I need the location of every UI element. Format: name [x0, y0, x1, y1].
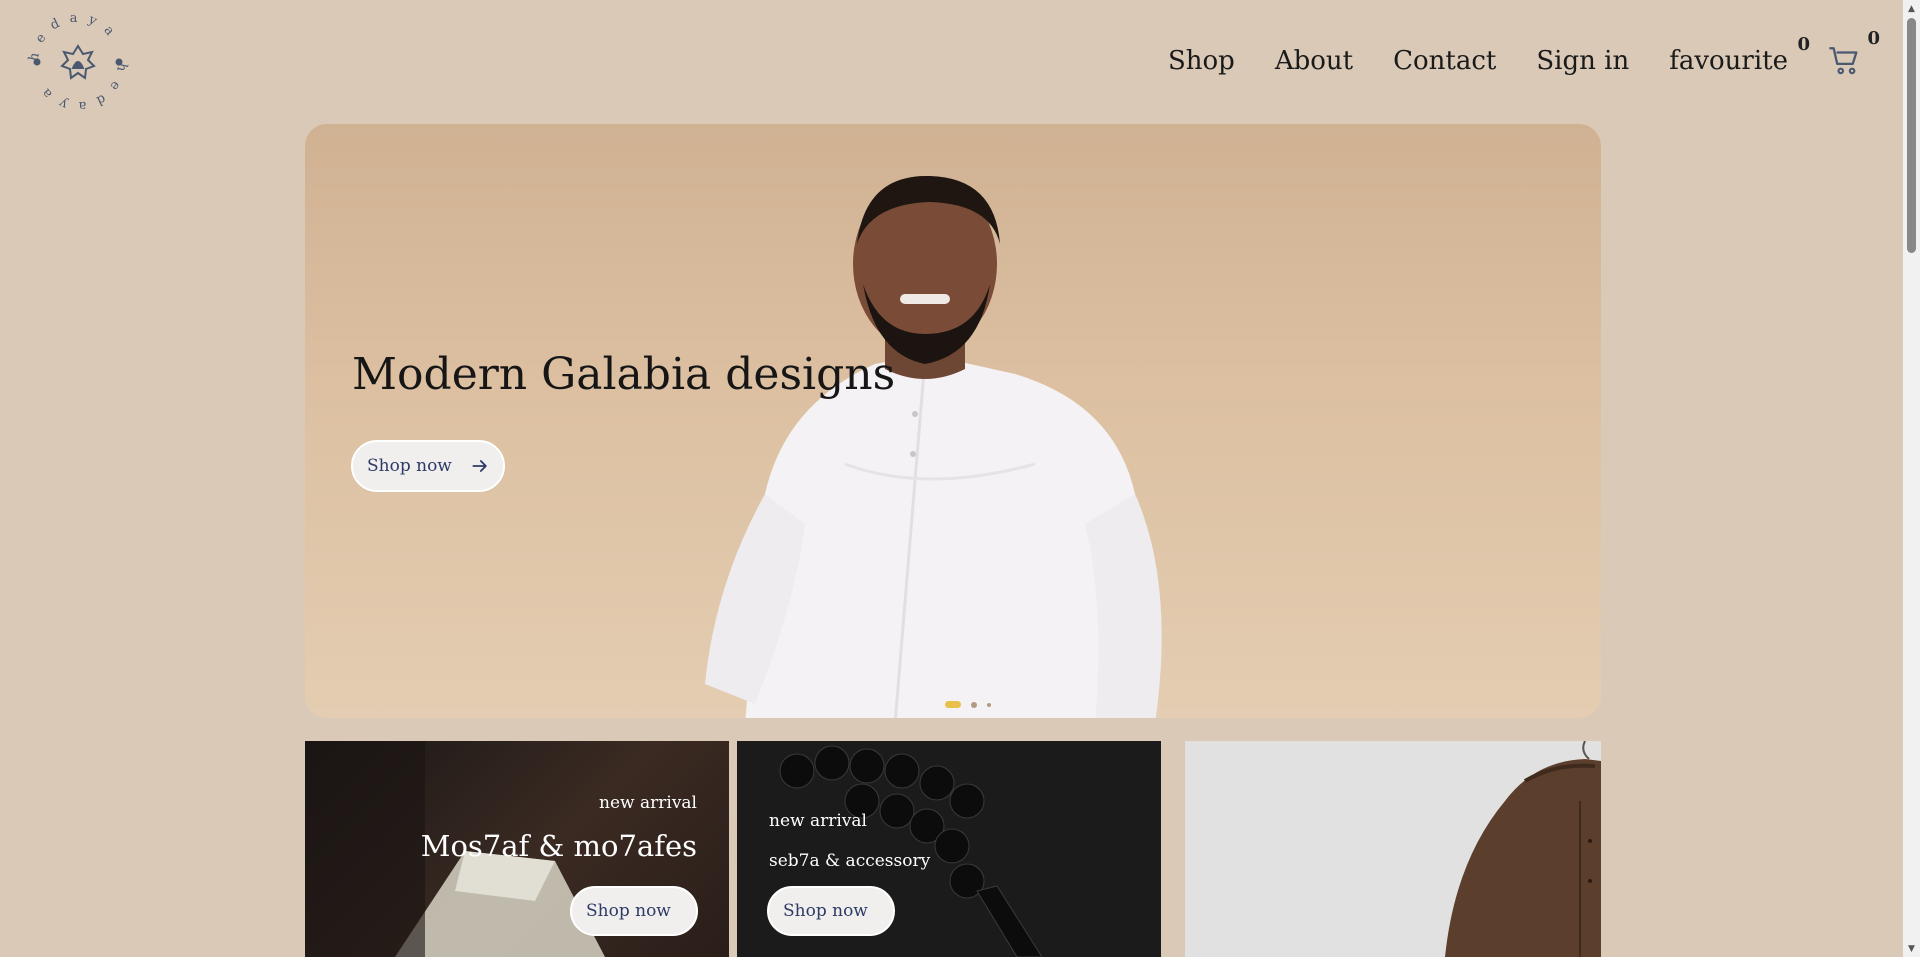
card-tag: new arrival — [599, 793, 697, 813]
favourite-count-badge: 0 — [1797, 34, 1810, 55]
svg-text:hedaya: hedaya — [26, 11, 123, 63]
nav-signin-link[interactable]: Sign in — [1536, 46, 1629, 76]
card-shop-now-label: Shop now — [586, 901, 671, 921]
card-shop-now-button[interactable]: Shop now — [570, 886, 698, 936]
scroll-thumb[interactable] — [1907, 18, 1916, 253]
hero-shop-now-button[interactable]: Shop now — [351, 440, 505, 492]
hero-carousel: Modern Galabia designs Shop now — [305, 124, 1601, 718]
hero-model-image — [705, 175, 1162, 718]
scroll-down-arrow-icon[interactable]: ▼ — [1903, 940, 1920, 957]
main-nav: Shop About Contact Sign in favourite 0 0 — [1168, 28, 1880, 78]
card-shop-now-label: Shop now — [783, 901, 868, 921]
favourite-label: favourite — [1669, 46, 1788, 76]
category-card-clothing[interactable] — [1185, 741, 1601, 957]
scroll-up-arrow-icon[interactable]: ▲ — [1903, 0, 1920, 17]
carousel-dot-3[interactable] — [987, 702, 991, 707]
logo-emblem-icon: hedaya hedaya — [26, 11, 130, 113]
page-scrollbar[interactable]: ▲ ▼ — [1903, 0, 1920, 957]
nav-shop-link[interactable]: Shop — [1168, 46, 1235, 76]
category-card-seb7a[interactable]: new arrival seb7a & accessory Shop now — [737, 741, 1161, 957]
card-title: Mos7af & mo7afes — [420, 829, 697, 863]
carousel-dot-1[interactable] — [945, 701, 961, 708]
cart-button[interactable]: 0 — [1828, 28, 1880, 78]
nav-contact-link[interactable]: Contact — [1393, 46, 1496, 76]
card-title: seb7a & accessory — [769, 851, 931, 871]
card-tag: new arrival — [769, 811, 867, 831]
carousel-indicators — [945, 701, 991, 708]
nav-about-link[interactable]: About — [1275, 46, 1353, 76]
hero-title: Modern Galabia designs — [352, 349, 896, 400]
card-shop-now-button[interactable]: Shop now — [767, 886, 895, 936]
category-card-mos7af[interactable]: new arrival Mos7af & mo7afes Shop now — [305, 741, 729, 957]
svg-text:hedaya: hedaya — [33, 61, 130, 113]
site-logo[interactable]: hedaya hedaya — [26, 10, 130, 114]
cart-count-badge: 0 — [1867, 28, 1880, 49]
cart-icon — [1829, 47, 1858, 75]
carousel-dot-2[interactable] — [971, 701, 977, 708]
arrow-right-icon — [472, 460, 487, 472]
hooded-jacket-image — [1445, 741, 1601, 957]
nav-favourite-link[interactable]: favourite 0 — [1669, 34, 1810, 76]
hero-shop-now-label: Shop now — [367, 456, 452, 476]
